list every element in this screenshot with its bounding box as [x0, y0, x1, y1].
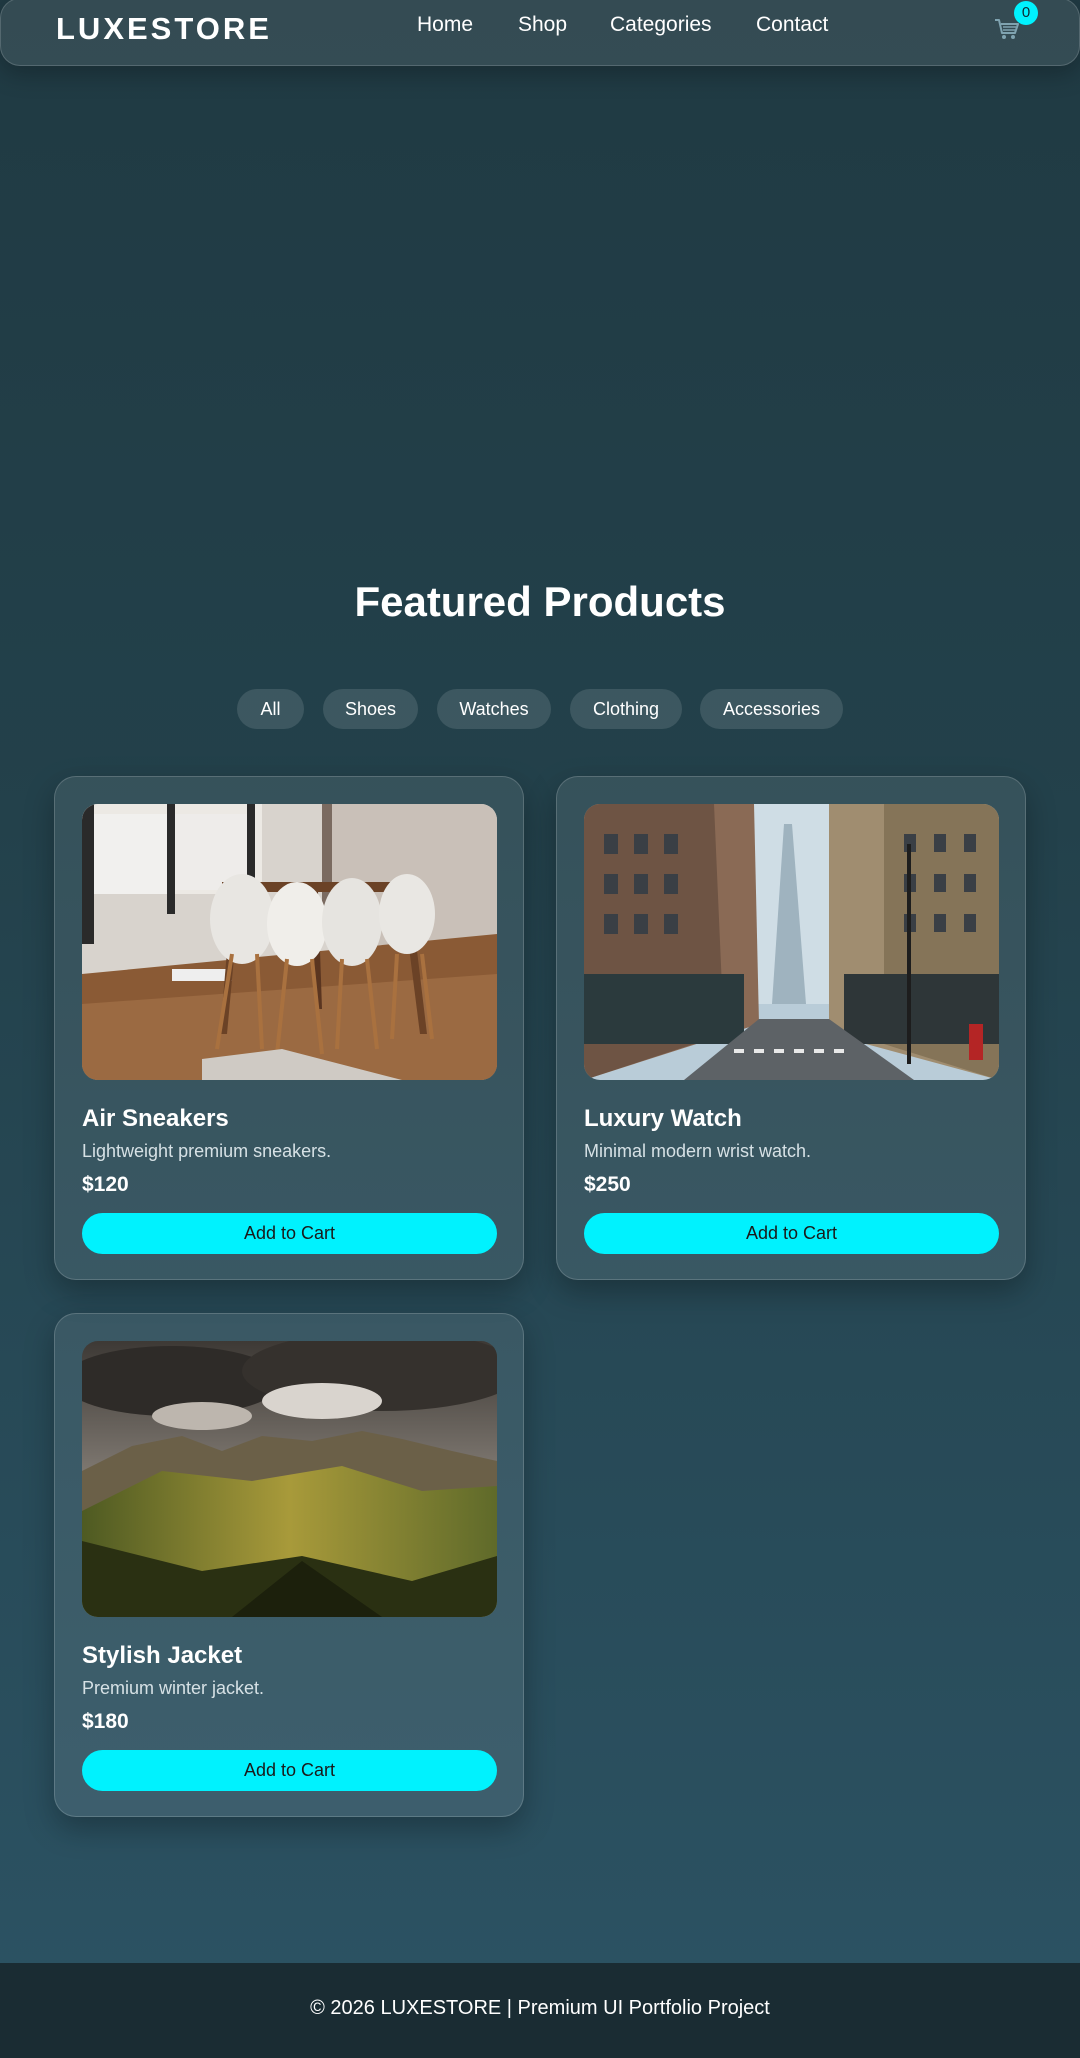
cart-count-badge: 0 — [1014, 1, 1038, 25]
nav-links: Home Shop Categories Contact — [1, 13, 1079, 43]
product-price: $120 — [82, 1173, 129, 1196]
dining-room-photo — [82, 804, 497, 1080]
filter-clothing-button[interactable]: Clothing — [570, 689, 682, 729]
product-card: Air Sneakers Lightweight premium sneaker… — [54, 776, 524, 1280]
product-description: Lightweight premium sneakers. — [82, 1141, 332, 1161]
footer: © 2026 LUXESTORE | Premium UI Portfolio … — [0, 1963, 1080, 2058]
filter-watches-button[interactable]: Watches — [437, 689, 551, 729]
nav-contact-link[interactable]: Contact — [756, 13, 828, 37]
product-card: Luxury Watch Minimal modern wrist watch.… — [556, 776, 1026, 1280]
filter-bar: All Shoes Watches Clothing Accessories — [0, 689, 1080, 729]
filter-all-button[interactable]: All — [237, 689, 304, 729]
product-title: Stylish Jacket — [82, 1642, 243, 1669]
product-description: Premium winter jacket. — [82, 1678, 265, 1698]
product-title: Air Sneakers — [82, 1105, 229, 1132]
product-description: Minimal modern wrist watch. — [584, 1141, 812, 1161]
add-to-cart-button[interactable]: Add to Cart — [584, 1213, 999, 1254]
nav-categories-link[interactable]: Categories — [610, 13, 712, 37]
city-street-photo — [584, 804, 999, 1080]
footer-text: © 2026 LUXESTORE | Premium UI Portfolio … — [310, 1997, 770, 2019]
product-price: $180 — [82, 1710, 129, 1733]
filter-accessories-button[interactable]: Accessories — [700, 689, 843, 729]
product-price: $250 — [584, 1173, 631, 1196]
add-to-cart-button[interactable]: Add to Cart — [82, 1750, 497, 1791]
section-title: Featured Products — [354, 578, 726, 625]
add-to-cart-button[interactable]: Add to Cart — [82, 1213, 497, 1254]
filter-shoes-button[interactable]: Shoes — [323, 689, 418, 729]
navbar: LUXESTORE Home Shop Categories Contact 0 — [0, 0, 1080, 66]
mountain-landscape-photo — [82, 1341, 497, 1617]
nav-home-link[interactable]: Home — [417, 13, 473, 37]
product-title: Luxury Watch — [584, 1105, 742, 1132]
product-card: Stylish Jacket Premium winter jacket. $1… — [54, 1313, 524, 1817]
nav-shop-link[interactable]: Shop — [518, 13, 567, 37]
